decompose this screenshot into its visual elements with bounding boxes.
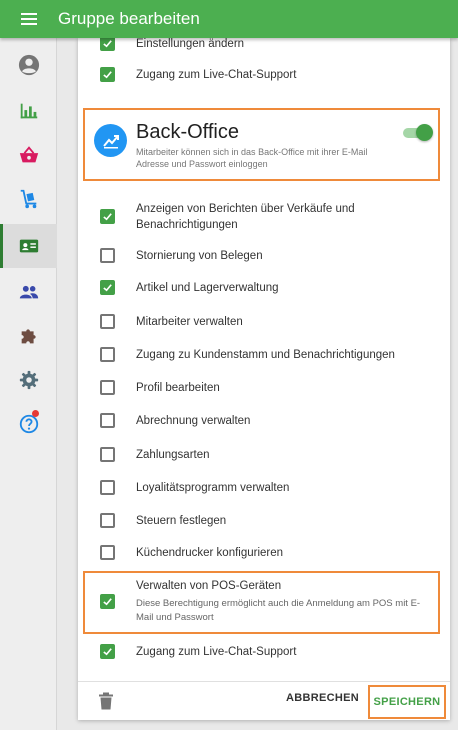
check-icon xyxy=(103,40,112,48)
hamburger-menu-icon xyxy=(21,13,37,25)
checkbox[interactable] xyxy=(100,380,115,395)
permission-label: Zugang zum Live-Chat-Support xyxy=(136,646,297,658)
permission-row[interactable]: Loyalitätsprogramm verwalten xyxy=(100,480,445,496)
menu-button[interactable] xyxy=(0,0,58,38)
checkbox[interactable] xyxy=(100,480,115,495)
back-office-title: Back-Office xyxy=(136,121,239,143)
checkbox[interactable] xyxy=(100,413,115,428)
permission-row[interactable]: Küchendrucker konfigurieren xyxy=(100,545,445,561)
checkbox[interactable] xyxy=(100,447,115,462)
permission-row[interactable]: Stornierung von Belegen xyxy=(100,248,445,264)
bar-chart-icon xyxy=(20,103,37,119)
page-title: Gruppe bearbeiten xyxy=(58,9,200,28)
permission-row[interactable]: Zugang zu Kundenstamm und Benachrichtigu… xyxy=(100,347,445,363)
permission-label: Anzeigen von Berichten über Verkäufe und… xyxy=(136,203,355,231)
trending-chart-icon xyxy=(102,134,119,148)
checkbox[interactable] xyxy=(100,38,115,51)
permission-label: Verwalten von POS-Geräten xyxy=(136,580,282,592)
toggle-knob xyxy=(416,124,433,141)
sidebar-item-settings[interactable] xyxy=(0,358,57,402)
permission-label: Einstellungen ändern xyxy=(136,38,245,50)
permission-row[interactable]: Artikel und Lagerverwaltung xyxy=(100,280,445,296)
back-office-section: Back-Office Mitarbeiter können sich in d… xyxy=(83,108,440,181)
permission-row[interactable]: Abrechnung verwalten xyxy=(100,413,445,429)
checkbox[interactable] xyxy=(100,644,115,659)
permission-row-pos-devices[interactable]: Verwalten von POS-Geräten Diese Berechti… xyxy=(100,578,445,625)
gear-icon xyxy=(19,370,38,390)
app-bar: Gruppe bearbeiten xyxy=(0,0,458,38)
check-icon xyxy=(103,71,112,79)
permission-label: Abrechnung verwalten xyxy=(136,415,251,427)
sidebar-item-integrations[interactable] xyxy=(0,314,57,358)
basket-icon xyxy=(19,146,38,163)
checkbox[interactable] xyxy=(100,314,115,329)
dolly-icon xyxy=(20,189,36,209)
sidebar-item-reports[interactable] xyxy=(0,89,57,133)
checkbox[interactable] xyxy=(100,248,115,263)
people-icon xyxy=(19,285,38,299)
notification-badge xyxy=(32,410,39,417)
permission-row[interactable]: Zugang zum Live-Chat-Support xyxy=(100,644,445,660)
back-office-icon xyxy=(94,124,127,157)
edit-group-panel: Einstellungen ändern Zugang zum Live-Cha… xyxy=(78,38,450,720)
check-icon xyxy=(103,284,112,292)
checkbox[interactable] xyxy=(100,594,115,609)
permission-label: Profil bearbeiten xyxy=(136,382,220,394)
checkbox[interactable] xyxy=(100,280,115,295)
sidebar xyxy=(0,38,57,730)
permission-label: Zugang zu Kundenstamm und Benachrichtigu… xyxy=(136,349,395,361)
sidebar-item-help[interactable] xyxy=(0,402,57,446)
cancel-button[interactable]: ABBRECHEN xyxy=(286,692,359,704)
permission-label: Zugang zum Live-Chat-Support xyxy=(136,69,297,81)
permission-row[interactable]: Mitarbeiter verwalten xyxy=(100,314,445,330)
check-icon xyxy=(103,648,112,656)
permission-row[interactable]: Zahlungsarten xyxy=(100,447,445,463)
sidebar-item-customers[interactable] xyxy=(0,270,57,314)
permission-text: Verwalten von POS-Geräten Diese Berechti… xyxy=(136,578,436,625)
puzzle-icon xyxy=(21,329,36,344)
dialog-footer: ABBRECHEN SPEICHERN xyxy=(78,681,450,720)
permission-label: Mitarbeiter verwalten xyxy=(136,316,243,328)
id-card-icon xyxy=(19,239,38,253)
permission-row[interactable]: Steuern festlegen xyxy=(100,513,445,529)
checkbox[interactable] xyxy=(100,545,115,560)
permission-label: Küchendrucker konfigurieren xyxy=(136,547,284,559)
sidebar-item-sales[interactable] xyxy=(0,133,57,177)
sidebar-item-employees[interactable] xyxy=(0,224,57,268)
permission-row[interactable]: Profil bearbeiten xyxy=(100,380,445,396)
back-office-toggle[interactable] xyxy=(403,124,433,141)
sidebar-item-profile[interactable] xyxy=(0,43,57,87)
permission-label: Stornierung von Belegen xyxy=(136,250,263,262)
check-icon xyxy=(103,598,112,606)
permission-description: Diese Berechtigung ermöglicht auch die A… xyxy=(136,598,421,623)
account-circle-icon xyxy=(18,54,39,76)
check-icon xyxy=(103,213,112,221)
sidebar-item-inventory[interactable] xyxy=(0,177,57,221)
permission-label: Zahlungsarten xyxy=(136,449,210,461)
permission-label: Artikel und Lagerverwaltung xyxy=(136,282,279,294)
save-button[interactable]: SPEICHERN xyxy=(368,685,446,719)
checkbox[interactable] xyxy=(100,513,115,528)
permission-label: Loyalitätsprogramm verwalten xyxy=(136,482,290,494)
permission-row[interactable]: Zugang zum Live-Chat-Support xyxy=(100,67,445,83)
checkbox[interactable] xyxy=(100,209,115,224)
checkbox[interactable] xyxy=(100,347,115,362)
permission-row[interactable]: Einstellungen ändern xyxy=(100,38,445,52)
trash-icon[interactable] xyxy=(98,692,114,710)
checkbox[interactable] xyxy=(100,67,115,82)
back-office-description: Mitarbeiter können sich in das Back-Offi… xyxy=(136,147,368,169)
permission-label: Steuern festlegen xyxy=(136,515,227,527)
permission-row[interactable]: Anzeigen von Berichten über Verkäufe und… xyxy=(100,201,445,233)
